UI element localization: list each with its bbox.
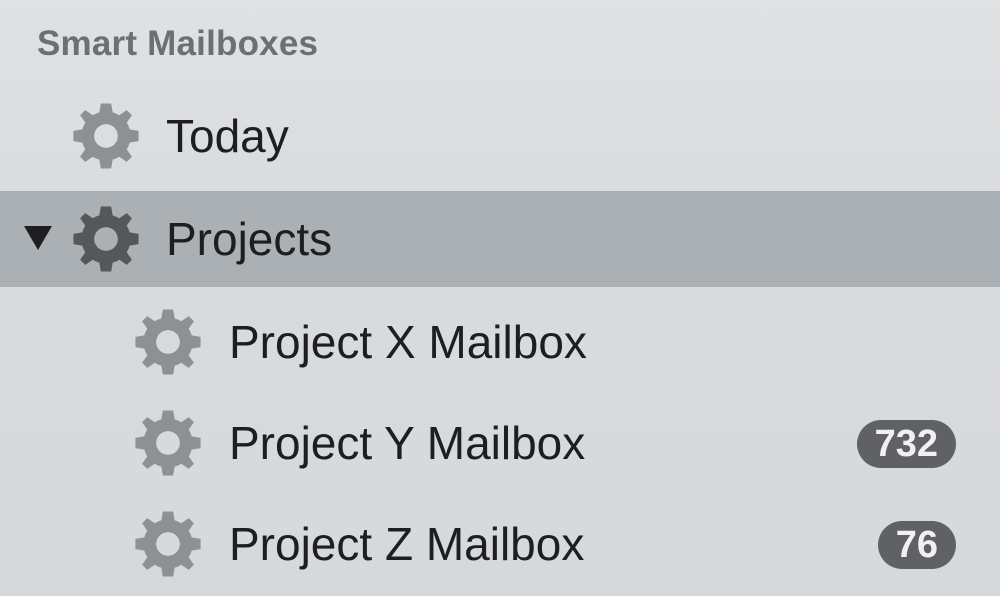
gear-icon [69, 202, 143, 276]
sidebar-item-projects[interactable]: Projects [0, 191, 1000, 287]
sidebar: Smart Mailboxes Today Projects Project X… [0, 0, 1000, 596]
section-header-smart-mailboxes: Smart Mailboxes [37, 24, 319, 63]
sidebar-item-project-x-mailbox[interactable]: Project X Mailbox [0, 294, 1000, 390]
gear-icon [69, 99, 143, 173]
sidebar-item-label: Projects [166, 213, 333, 265]
sidebar-item-today[interactable]: Today [0, 88, 1000, 184]
gear-icon [131, 507, 205, 581]
sidebar-item-label: Project Z Mailbox [229, 518, 585, 570]
sidebar-item-label: Project X Mailbox [229, 316, 587, 368]
unread-count-badge: 732 [856, 420, 956, 468]
sidebar-item-label: Project Y Mailbox [229, 417, 586, 469]
gear-icon [131, 305, 205, 379]
unread-count-badge: 76 [877, 521, 956, 569]
sidebar-item-project-z-mailbox[interactable]: Project Z Mailbox 76 [0, 496, 1000, 592]
gear-icon [131, 406, 205, 480]
sidebar-item-label: Today [166, 110, 289, 162]
sidebar-item-project-y-mailbox[interactable]: Project Y Mailbox 732 [0, 395, 1000, 491]
disclosure-triangle-icon[interactable] [24, 226, 52, 250]
